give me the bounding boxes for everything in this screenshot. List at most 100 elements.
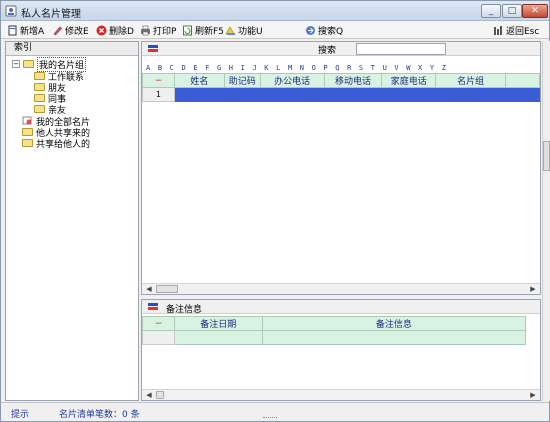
printer-icon xyxy=(141,25,150,35)
table-cell[interactable] xyxy=(259,87,325,102)
letter-x[interactable]: X xyxy=(418,64,422,72)
column-header-mobile-phone[interactable]: 移动电话 xyxy=(323,73,383,88)
letter-p[interactable]: P xyxy=(323,64,327,72)
letter-g[interactable]: G xyxy=(217,64,221,72)
function-icon xyxy=(225,25,235,35)
notes-header-corner[interactable]: − xyxy=(142,316,175,331)
letter-m[interactable]: M xyxy=(288,64,292,72)
letter-j[interactable]: J xyxy=(252,64,256,72)
back-button[interactable]: 返回Esc xyxy=(493,23,539,37)
table-cell[interactable] xyxy=(381,87,437,102)
scroll-right-icon[interactable]: ▶ xyxy=(528,284,538,294)
table-cell[interactable] xyxy=(505,87,540,102)
letter-z[interactable]: Z xyxy=(442,64,446,72)
column-header-group[interactable]: 名片组 xyxy=(435,73,507,88)
letter-u[interactable]: U xyxy=(383,64,387,72)
letter-t[interactable]: T xyxy=(371,64,375,72)
toolbar: 新增A 修改E 删除D 打印P 刷新F5 功能U 搜索Q 返回Esc xyxy=(1,21,549,39)
row-header-corner[interactable]: − xyxy=(142,73,175,88)
scrollbar-thumb[interactable] xyxy=(156,391,164,399)
scroll-left-icon[interactable]: ◀ xyxy=(144,390,154,400)
letter-h[interactable]: H xyxy=(229,64,233,72)
row-number xyxy=(142,330,175,345)
notes-hscrollbar[interactable]: ◀ ▶ xyxy=(142,389,540,400)
edit-button[interactable]: 修改E xyxy=(52,23,89,37)
notes-header-row: − 备注日期 备注信息 xyxy=(142,316,527,331)
letter-v[interactable]: V xyxy=(394,64,398,72)
exit-icon xyxy=(494,25,502,35)
column-header-home-phone[interactable]: 家庭电话 xyxy=(381,73,437,88)
search-input[interactable] xyxy=(356,43,446,55)
refresh-label: 刷新F5 xyxy=(195,26,224,37)
letter-n[interactable]: N xyxy=(300,64,304,72)
letter-b[interactable]: B xyxy=(158,64,162,72)
column-header-code[interactable]: 助记码 xyxy=(223,73,261,88)
search-button[interactable]: 搜索Q xyxy=(305,23,343,37)
search-label: 搜索Q xyxy=(318,26,344,37)
refresh-button[interactable]: 刷新F5 xyxy=(182,23,224,37)
table-row[interactable]: 1 xyxy=(142,87,540,102)
index-header: 索引 xyxy=(6,42,138,56)
letter-d[interactable]: D xyxy=(181,64,185,72)
row-number: 1 xyxy=(142,87,175,102)
letter-y[interactable]: Y xyxy=(430,64,434,72)
column-header-office-phone[interactable]: 办公电话 xyxy=(259,73,325,88)
scrollbar-thumb[interactable] xyxy=(543,141,550,171)
index-panel: 索引 − 我的名片组 工作联系 朋友 同事 亲友 我的全部名片 他人共享来的 共… xyxy=(5,41,139,401)
table-cell[interactable] xyxy=(261,330,527,345)
tree-node-relatives[interactable]: 亲友 xyxy=(34,103,66,116)
app-window: 私人名片管理 _ □ ✕ 新增A 修改E 删除D 打印P 刷新F5 功能U 搜索… xyxy=(0,0,550,422)
scroll-right-icon[interactable]: ▶ xyxy=(528,390,538,400)
resize-grip[interactable] xyxy=(263,417,277,421)
minimize-button[interactable]: _ xyxy=(481,4,501,18)
scroll-left-icon[interactable]: ◀ xyxy=(144,284,154,294)
card-list-hscrollbar[interactable]: ◀ ▶ xyxy=(142,283,540,294)
function-button[interactable]: 功能U xyxy=(225,23,263,37)
letter-c[interactable]: C xyxy=(170,64,174,72)
tree-node-shared-by-me[interactable]: 共享给他人的 xyxy=(22,137,91,150)
letter-f[interactable]: F xyxy=(205,64,209,72)
notes-header: 备注信息 xyxy=(142,300,540,315)
print-button[interactable]: 打印P xyxy=(140,23,176,37)
letter-a[interactable]: A xyxy=(146,64,150,72)
tree-label: 共享给他人的 xyxy=(36,139,91,150)
new-button[interactable]: 新增A xyxy=(7,23,44,37)
tree-node-my-group[interactable]: − 我的名片组 xyxy=(12,56,87,72)
table-cell[interactable] xyxy=(173,87,225,102)
maximize-button[interactable]: □ xyxy=(502,4,522,18)
column-header-name[interactable]: 姓名 xyxy=(173,73,225,88)
title-bar: 私人名片管理 _ □ ✕ xyxy=(1,1,549,21)
new-label: 新增A xyxy=(20,26,45,37)
table-cell[interactable] xyxy=(223,87,261,102)
notes-row[interactable] xyxy=(142,330,527,345)
letter-r[interactable]: R xyxy=(347,64,351,72)
letter-l[interactable]: L xyxy=(276,64,280,72)
letter-o[interactable]: O xyxy=(312,64,316,72)
cards-icon xyxy=(22,116,32,125)
table-cell[interactable] xyxy=(323,87,383,102)
table-cell[interactable] xyxy=(173,330,263,345)
window-vscrollbar[interactable] xyxy=(542,41,550,401)
column-header-note-date[interactable]: 备注日期 xyxy=(173,316,263,331)
delete-button[interactable]: 删除D xyxy=(96,23,134,37)
card-count: 名片清单笔数：0 条 xyxy=(59,410,140,420)
folder-icon xyxy=(34,72,45,80)
scrollbar-thumb[interactable] xyxy=(156,285,178,293)
delete-icon xyxy=(96,25,107,35)
letter-i[interactable]: I xyxy=(241,64,245,72)
print-label: 打印P xyxy=(153,26,177,37)
letter-q[interactable]: Q xyxy=(335,64,339,72)
column-header-blank xyxy=(505,73,540,88)
window-title: 私人名片管理 xyxy=(21,9,81,20)
column-header-note-text[interactable]: 备注信息 xyxy=(261,316,527,331)
card-list-panel: 搜索 A B C D E F G H I J K L M N O P Q R S… xyxy=(141,41,541,295)
flag-icon xyxy=(148,303,158,310)
letter-w[interactable]: W xyxy=(406,64,410,72)
table-cell[interactable] xyxy=(435,87,507,102)
folder-icon xyxy=(34,105,45,113)
letter-e[interactable]: E xyxy=(193,64,197,72)
letter-s[interactable]: S xyxy=(359,64,363,72)
letter-k[interactable]: K xyxy=(264,64,268,72)
close-button[interactable]: ✕ xyxy=(522,4,548,18)
collapse-toggle-icon[interactable]: − xyxy=(12,60,20,68)
